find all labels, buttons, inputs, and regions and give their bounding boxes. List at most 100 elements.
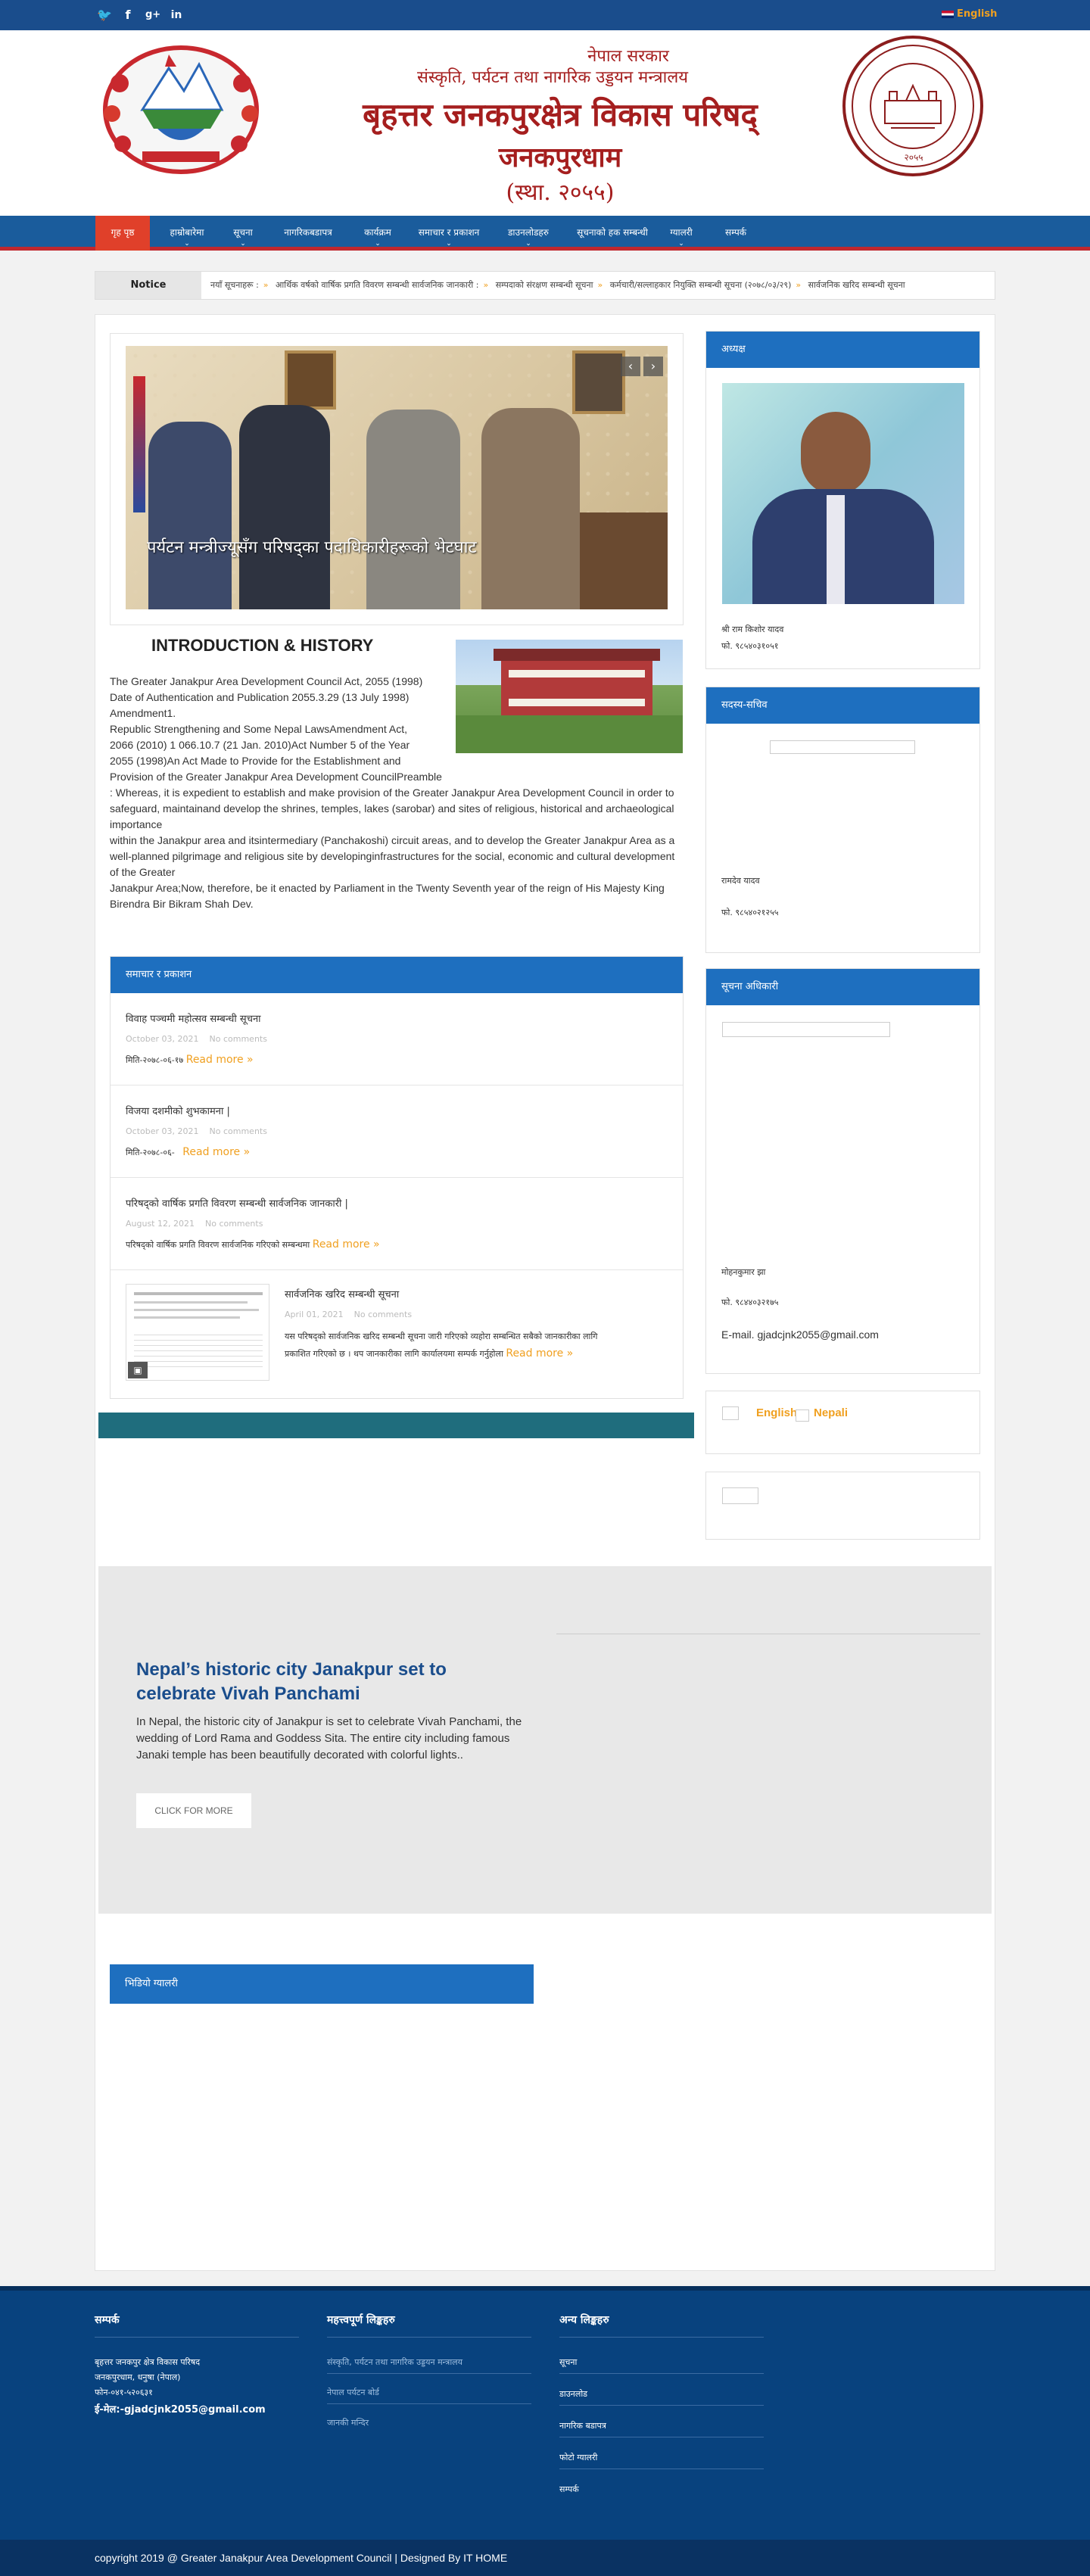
building-roof xyxy=(494,649,660,661)
nepal-emblem-icon xyxy=(103,45,259,174)
intro-paragraph: within the Janakpur area and itsintermed… xyxy=(110,834,675,878)
news-comments[interactable]: No comments xyxy=(354,1310,412,1319)
widget-panel xyxy=(705,1472,980,1540)
news-thumbnail[interactable]: ▣ xyxy=(126,1284,269,1381)
chairman-name: श्री राम किशोर यादव xyxy=(721,625,784,634)
nav-label: समाचार र प्रकाशन xyxy=(418,227,480,238)
language-link-english[interactable]: English xyxy=(942,8,997,20)
footer-link[interactable]: सम्पर्क xyxy=(559,2484,579,2495)
nav-programs[interactable]: कार्यक्रम ⌄ xyxy=(354,216,401,251)
ticker-item[interactable]: कर्मचारी/सल्लाहकार नियुक्ति सम्बन्धी सूच… xyxy=(610,280,792,290)
chairman-panel: अध्यक्ष श्री राम किशोर यादव फो. ९८५४०३१०… xyxy=(705,331,980,669)
read-more-link[interactable]: Read more » xyxy=(182,1146,250,1158)
language-nepali-link[interactable]: Nepali xyxy=(814,1406,848,1419)
news-title[interactable]: सार्वजनिक खरिद सम्बन्धी सूचना xyxy=(285,1287,399,1300)
featured-title[interactable]: Nepal’s historic city Janakpur set to ce… xyxy=(136,1658,530,1706)
uk-flag-icon xyxy=(942,10,954,18)
ticker-item[interactable]: सार्वजनिक खरिद सम्बन्धी सूचना xyxy=(808,280,905,290)
intro-text: The Greater Janakpur Area Development Co… xyxy=(110,674,685,912)
linkedin-icon[interactable]: in xyxy=(170,8,183,22)
broken-image-icon xyxy=(722,1487,758,1504)
nav-label: नागरिकबडापत्र xyxy=(284,227,332,238)
language-english-link[interactable]: English xyxy=(756,1406,797,1419)
chairman-photo xyxy=(722,383,964,604)
news-meta: October 03, 2021 No comments xyxy=(126,1126,267,1136)
person xyxy=(481,408,580,609)
ticker-item[interactable]: आर्थिक वर्षको वार्षिक प्रगति विवरण सम्बन… xyxy=(276,280,478,290)
camera-icon: ▣ xyxy=(128,1362,148,1378)
footer-link[interactable]: सूचना xyxy=(559,2356,577,2368)
member-secretary-heading: सदस्य-सचिव xyxy=(706,687,979,724)
slider-next-button[interactable]: › xyxy=(643,357,663,376)
footer-other-links-heading: अन्य लिङ्कहरु xyxy=(559,2314,609,2326)
person xyxy=(239,405,330,609)
news-title[interactable]: विवाह पञ्चमी महोत्सव सम्बन्धी सूचना xyxy=(126,1011,261,1025)
nav-notice[interactable]: सूचना ⌄ xyxy=(224,216,262,251)
read-more-link[interactable]: Read more » xyxy=(506,1347,573,1360)
portrait-frame xyxy=(285,350,336,410)
footer-link[interactable]: जानकी मन्दिर xyxy=(327,2417,369,2428)
ticker-item[interactable]: सम्पदाको संरक्षण सम्बन्धी सूचना xyxy=(496,280,593,290)
nav-label: ग्यालरी xyxy=(670,227,693,238)
footer-contact-line: फोन-०४१-५२०६३१ xyxy=(95,2388,153,2397)
nav-home[interactable]: गृह पृष्ठ xyxy=(95,216,150,251)
footer-divider xyxy=(327,2403,531,2404)
footer-email: ई-मेल:-gjadcjnk2055@gmail.com xyxy=(95,2404,266,2416)
intro-paragraph: : Whereas, it is expedient to establish … xyxy=(110,787,674,830)
video-gallery-panel: भिडियो ग्यालरी xyxy=(110,1964,534,2004)
news-title[interactable]: विजया दशमीको शुभकामना | xyxy=(126,1104,230,1117)
news-excerpt-text: परिषद्को वार्षिक प्रगति विवरण सार्वजनिक … xyxy=(126,1240,310,1250)
nav-label: डाउनलोडहरु xyxy=(508,227,549,238)
twitter-icon[interactable]: 🐦 xyxy=(97,8,112,22)
thumb-line xyxy=(134,1316,240,1319)
footer-link[interactable]: फोटो ग्यालरी xyxy=(559,2452,597,2463)
google-plus-icon[interactable]: g+ xyxy=(145,8,160,22)
footer-link[interactable]: संस्कृति, पर्यटन तथा नागरिक उड्डयन मन्त्… xyxy=(327,2356,462,2368)
news-title[interactable]: परिषद्को वार्षिक प्रगति विवरण सम्बन्धी स… xyxy=(126,1196,348,1210)
nav-about[interactable]: हाम्रोबारेमा ⌄ xyxy=(154,216,220,251)
shirt xyxy=(827,495,845,604)
footer-link[interactable]: नेपाल पर्यटन बोर्ड xyxy=(327,2387,379,2398)
footer-link[interactable]: डाउनलोड xyxy=(559,2388,587,2400)
site-header: नेपाल सरकार संस्कृति, पर्यटन तथा नागरिक … xyxy=(0,30,1090,216)
nav-contact[interactable]: सम्पर्क xyxy=(713,216,758,251)
footer-link[interactable]: नागरिक बडापत्र xyxy=(559,2420,606,2431)
flag-pole xyxy=(133,376,145,512)
read-more-link[interactable]: Read more » xyxy=(186,1054,254,1066)
member-secretary-panel: सदस्य-सचिव रामदेव यादव फो. ९८५४०२१२५५ xyxy=(705,687,980,953)
double-chevron-icon: » xyxy=(796,280,802,290)
facebook-icon[interactable]: f xyxy=(121,8,135,22)
news-meta: April 01, 2021 No comments xyxy=(285,1310,412,1319)
slide-photo: पर्यटन मन्त्रीज्यूसँग परिषद्का पदाधिकारी… xyxy=(126,346,668,609)
header-line-janakpurdham: जनकपुरधाम xyxy=(498,142,622,173)
nav-downloads[interactable]: डाउनलोडहरु ⌄ xyxy=(498,216,559,251)
nav-citizen-charter[interactable]: नागरिकबडापत्र xyxy=(266,216,350,251)
news-comments[interactable]: No comments xyxy=(210,1126,267,1136)
header-line-established: (स्था. २०५५) xyxy=(506,179,615,206)
intro-paragraph: 2066 (2010) 1 066.10.7 (21 Jan. 2010)Act… xyxy=(110,739,410,751)
nav-right-to-information[interactable]: सूचनाको हक सम्बन्धी xyxy=(565,216,660,251)
chairman-contact: फो. ९८५४०३१०५१ xyxy=(721,641,779,651)
copyright-bar: copyright 2019 @ Greater Janakpur Area D… xyxy=(0,2540,1090,2576)
news-comments[interactable]: No comments xyxy=(205,1219,263,1229)
intro-paragraph: Provision of the Greater Janakpur Area D… xyxy=(110,771,442,783)
member-secretary-contact: फो. ९८५४०२१२५५ xyxy=(721,908,779,917)
chevron-down-icon: ⌄ xyxy=(184,240,190,248)
read-more-link[interactable]: Read more » xyxy=(313,1238,380,1251)
video-gallery-heading: भिडियो ग्यालरी xyxy=(110,1964,534,2004)
footer-contact-line: जनकपुरधाम, धनुषा (नेपाल) xyxy=(95,2372,181,2382)
double-chevron-icon: » xyxy=(263,280,269,290)
info-officer-name: मोहनकुमार झा xyxy=(721,1267,766,1277)
broken-image-icon xyxy=(770,740,915,754)
nav-news-publication[interactable]: समाचार र प्रकाशन ⌄ xyxy=(406,216,492,251)
news-excerpt: मिति-२०७८-०६-१७ Read more » xyxy=(126,1054,254,1066)
nav-gallery[interactable]: ग्यालरी ⌄ xyxy=(659,216,704,251)
double-chevron-icon: » xyxy=(597,280,603,290)
thumb-line xyxy=(134,1292,263,1295)
news-comments[interactable]: No comments xyxy=(210,1034,267,1044)
ticker-item[interactable]: नयाँ सूचनाहरू : xyxy=(210,280,259,290)
info-officer-contact: फो. ९८४४०३२१७५ xyxy=(721,1297,779,1307)
click-for-more-button[interactable]: CLICK FOR MORE xyxy=(136,1793,251,1828)
slider-prev-button[interactable]: ‹ xyxy=(621,357,640,376)
portrait-frame xyxy=(572,350,625,414)
